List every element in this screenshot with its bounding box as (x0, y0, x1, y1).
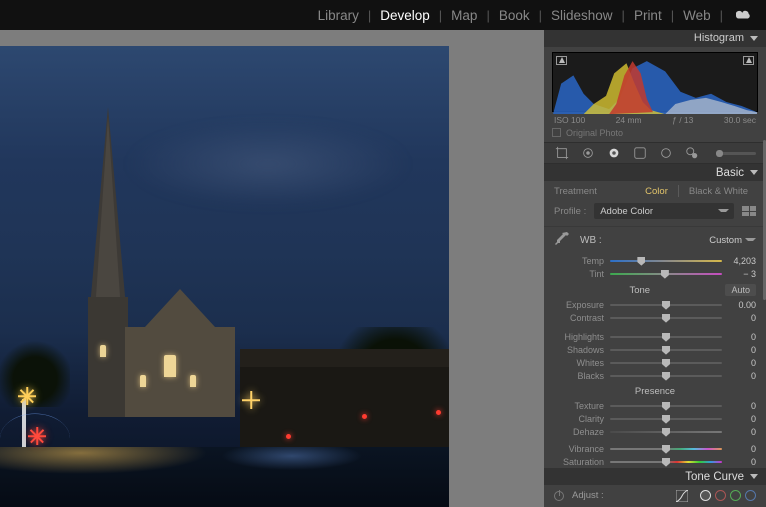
tool-amount-slider[interactable] (716, 152, 756, 155)
exposure-value[interactable]: 0.00 (728, 300, 756, 310)
tonecurve-power-icon[interactable] (554, 491, 564, 501)
texture-slider[interactable] (610, 402, 722, 410)
module-develop[interactable]: Develop (378, 8, 432, 23)
collapse-icon (750, 170, 758, 175)
histogram-title: Histogram (694, 32, 744, 44)
whites-slider[interactable] (610, 359, 722, 367)
original-photo-label: Original Photo (566, 128, 623, 138)
wb-label: WB : (580, 235, 602, 246)
module-slideshow[interactable]: Slideshow (549, 8, 615, 23)
tool-strip (544, 142, 766, 165)
module-library[interactable]: Library (316, 8, 361, 23)
wb-eyedropper-icon[interactable] (554, 231, 570, 250)
channel-green[interactable] (730, 490, 741, 501)
temp-slider[interactable] (610, 257, 722, 265)
exposure-label: Exposure (554, 300, 604, 310)
temp-value[interactable]: 4,203 (728, 256, 756, 266)
whites-label: Whites (554, 358, 604, 368)
histogram-focal: 24 mm (616, 115, 642, 125)
preview-image[interactable] (0, 46, 449, 507)
basic-panel: Treatment Color Black & White Profile : … (544, 181, 766, 468)
module-book[interactable]: Book (497, 8, 532, 23)
vibrance-label: Vibrance (554, 444, 604, 454)
highlights-label: Highlights (554, 332, 604, 342)
tonecurve-panel: Adjust : (544, 485, 766, 507)
module-print[interactable]: Print (632, 8, 664, 23)
exposure-slider[interactable] (610, 301, 722, 309)
clarity-value[interactable]: 0 (728, 414, 756, 424)
contrast-value[interactable]: 0 (728, 313, 756, 323)
crop-tool[interactable] (554, 145, 570, 161)
mask-tool[interactable] (632, 145, 648, 161)
saturation-slider[interactable] (610, 458, 722, 466)
vibrance-slider[interactable] (610, 445, 722, 453)
tint-slider[interactable] (610, 270, 722, 278)
vibrance-value[interactable]: 0 (728, 444, 756, 454)
tonecurve-title: Tone Curve (685, 471, 744, 483)
tint-value[interactable]: − 3 (728, 269, 756, 279)
collapse-icon (750, 36, 758, 41)
gradient-tool[interactable] (658, 145, 674, 161)
treatment-bw[interactable]: Black & White (681, 186, 756, 197)
saturation-label: Saturation (554, 457, 604, 467)
histogram-panel: ISO 100 24 mm ƒ / 13 30.0 sec Original P… (544, 47, 766, 142)
right-panel: Histogram ISO 100 24 mm ƒ / 13 30.0 sec (544, 30, 766, 507)
saturation-value[interactable]: 0 (728, 457, 756, 467)
histogram-header[interactable]: Histogram (544, 30, 766, 47)
profile-browser-icon[interactable] (742, 206, 756, 216)
treatment-color[interactable]: Color (637, 186, 676, 197)
tonecurve-adjust-label: Adjust : (572, 490, 604, 501)
histogram-aperture: ƒ / 13 (672, 115, 693, 125)
module-map[interactable]: Map (449, 8, 479, 23)
histogram-shutter: 30.0 sec (724, 115, 756, 125)
channel-rgb[interactable] (700, 490, 711, 501)
channel-blue[interactable] (745, 490, 756, 501)
tint-label: Tint (554, 269, 604, 279)
tone-header: Tone (554, 285, 725, 296)
cloud-sync-icon[interactable] (736, 7, 752, 23)
shadows-label: Shadows (554, 345, 604, 355)
image-canvas[interactable] (0, 30, 544, 507)
module-bar: Library | Develop | Map | Book | Slidesh… (0, 0, 766, 30)
contrast-label: Contrast (554, 313, 604, 323)
basic-header[interactable]: Basic (544, 164, 766, 181)
texture-value[interactable]: 0 (728, 401, 756, 411)
highlights-value[interactable]: 0 (728, 332, 756, 342)
texture-label: Texture (554, 401, 604, 411)
shadows-slider[interactable] (610, 346, 722, 354)
whites-value[interactable]: 0 (728, 358, 756, 368)
temp-label: Temp (554, 256, 604, 266)
clarity-slider[interactable] (610, 415, 722, 423)
histogram-iso: ISO 100 (554, 115, 585, 125)
blacks-label: Blacks (554, 371, 604, 381)
contrast-slider[interactable] (610, 314, 722, 322)
module-separator: | (361, 8, 378, 23)
tonecurve-header[interactable]: Tone Curve (544, 468, 766, 485)
highlights-slider[interactable] (610, 333, 722, 341)
spot-tool[interactable] (580, 145, 596, 161)
collapse-icon (750, 474, 758, 479)
shadows-value[interactable]: 0 (728, 345, 756, 355)
brush-tool[interactable] (684, 145, 700, 161)
wb-select[interactable]: Custom (709, 235, 756, 246)
auto-button[interactable]: Auto (725, 284, 756, 296)
channel-red[interactable] (715, 490, 726, 501)
redeye-tool[interactable] (606, 145, 622, 161)
blacks-value[interactable]: 0 (728, 371, 756, 381)
original-photo-checkbox[interactable] (552, 128, 561, 137)
clarity-label: Clarity (554, 414, 604, 424)
dehaze-slider[interactable] (610, 428, 722, 436)
parametric-curve-icon[interactable] (676, 490, 688, 502)
presence-header: Presence (554, 386, 756, 397)
blacks-slider[interactable] (610, 372, 722, 380)
histogram-plot[interactable] (552, 52, 758, 112)
module-web[interactable]: Web (681, 8, 713, 23)
treatment-label: Treatment (554, 186, 597, 197)
profile-select[interactable]: Adobe Color (594, 203, 734, 219)
basic-title: Basic (716, 167, 744, 179)
profile-label: Profile : (554, 206, 586, 217)
dehaze-label: Dehaze (554, 427, 604, 437)
channel-selector (700, 490, 756, 501)
dehaze-value[interactable]: 0 (728, 427, 756, 437)
